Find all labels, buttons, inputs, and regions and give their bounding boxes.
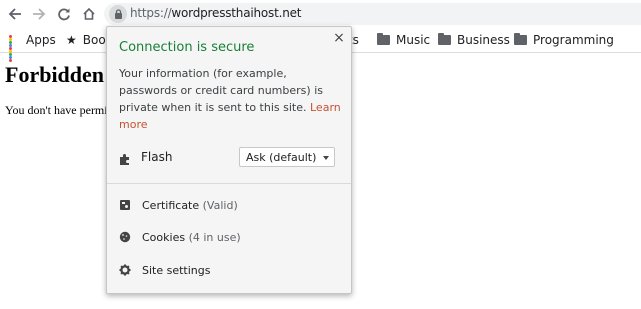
certificate-label: Certificate — [142, 199, 200, 212]
bookmark-boo[interactable]: ★ Boo — [66, 32, 106, 48]
cookies-label: Cookies — [142, 231, 186, 244]
browser-toolbar: https://wordpressthaihost.net — [0, 0, 641, 28]
bookmark-label: Business — [457, 33, 510, 47]
folder-icon — [377, 33, 390, 45]
site-info-popup: Connection is secure × Your information … — [106, 26, 352, 294]
cookie-icon — [119, 231, 131, 246]
certificate-icon — [119, 199, 131, 214]
description-text: Your information (for example, passwords… — [119, 67, 323, 114]
reload-icon[interactable] — [54, 4, 74, 24]
puzzle-icon — [119, 151, 132, 170]
divider — [107, 183, 351, 184]
back-arrow-icon[interactable] — [5, 4, 25, 24]
flash-select-value: Ask (default) — [246, 151, 317, 164]
flash-permission-select[interactable]: Ask (default) — [239, 147, 335, 167]
lock-icon[interactable] — [109, 5, 127, 23]
bookmark-apps[interactable]: Apps — [9, 32, 56, 62]
bookmark-business[interactable]: Business — [438, 32, 510, 48]
cookies-row[interactable]: Cookies (4 in use) — [119, 229, 339, 247]
apps-grid-icon — [9, 34, 20, 62]
certificate-status: (Valid) — [202, 199, 238, 212]
connection-description: Your information (for example, passwords… — [119, 65, 345, 133]
site-settings-row[interactable]: Site settings — [119, 262, 339, 280]
cookies-status: (4 in use) — [188, 231, 241, 244]
bookmark-label: Programming — [533, 33, 614, 47]
url-scheme: https:// — [130, 6, 172, 20]
forward-arrow-icon[interactable] — [29, 4, 49, 24]
url-host: wordpressthaihost.net — [171, 6, 302, 20]
folder-icon — [514, 33, 527, 45]
folder-icon — [438, 33, 451, 45]
home-icon[interactable] — [79, 4, 99, 24]
close-icon[interactable]: × — [332, 31, 346, 45]
bookmark-label: Apps — [26, 33, 56, 47]
gear-icon — [119, 264, 131, 279]
chevron-down-icon — [323, 156, 329, 160]
flash-label: Flash — [141, 150, 173, 164]
site-settings-label: Site settings — [142, 264, 211, 277]
page-heading: Forbidden — [5, 62, 105, 87]
certificate-row[interactable]: Certificate (Valid) — [119, 197, 339, 215]
bookmark-music[interactable]: Music — [377, 32, 430, 48]
connection-status-title: Connection is secure — [119, 40, 255, 55]
url-text[interactable]: https://wordpressthaihost.net — [130, 6, 302, 20]
flash-permission-row: Flash Ask (default) — [119, 147, 339, 169]
star-icon: ★ — [66, 33, 77, 47]
bookmark-programming[interactable]: Programming — [514, 32, 614, 48]
bookmark-label: Music — [396, 33, 431, 47]
bookmark-label: Boo — [82, 33, 106, 47]
